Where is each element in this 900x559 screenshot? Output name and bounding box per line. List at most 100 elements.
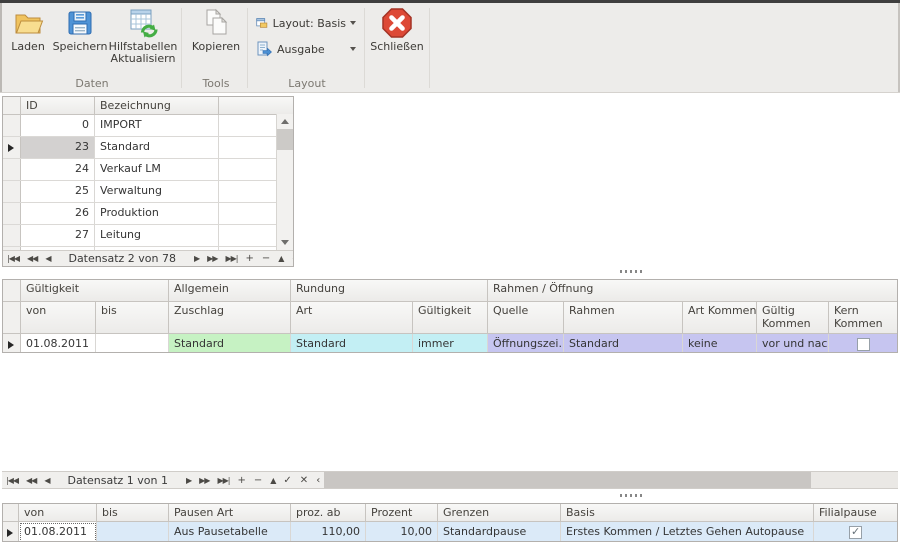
column-header-zuschlag[interactable]: Zuschlag (169, 302, 291, 333)
cell-von[interactable]: 01.08.2011 (19, 522, 97, 542)
nav-edit-button[interactable]: ▲ (266, 476, 279, 485)
band-header-allgemein[interactable]: Allgemein (169, 280, 291, 301)
cell-bis[interactable] (96, 334, 169, 353)
horizontal-splitter[interactable] (620, 270, 644, 273)
scrollbar-thumb[interactable] (324, 472, 811, 488)
cell-id[interactable]: 27 (21, 225, 95, 246)
column-header-gueltigkeit[interactable]: Gültigkeit (413, 302, 488, 333)
column-header-grenzen[interactable]: Grenzen (438, 504, 561, 521)
cell-proz-ab[interactable]: 110,00 (291, 522, 366, 542)
cell-art-kommen[interactable]: keine (683, 334, 757, 353)
nav-delete-button[interactable]: − (250, 475, 266, 486)
nav-next-button[interactable]: ▶ (182, 476, 195, 485)
cell-basis[interactable]: Erstes Kommen / Letztes Gehen Autopause (561, 522, 814, 542)
nav-last-button[interactable]: ▶▶| (221, 254, 241, 263)
cell-gueltig-kommen[interactable]: vor und nac... (757, 334, 829, 353)
horizontal-scrollbar[interactable] (324, 472, 898, 488)
column-header-von[interactable]: von (19, 504, 97, 521)
column-header-art[interactable]: Art (291, 302, 413, 333)
cell-bezeichnung[interactable]: IMPORT (95, 115, 219, 136)
load-button[interactable]: Laden (6, 7, 50, 53)
cell-filler[interactable] (219, 137, 277, 158)
band-header-rahmen-oeffnung[interactable]: Rahmen / Öffnung (488, 280, 897, 301)
refresh-helper-tables-button[interactable]: Hilfstabellen Aktualisiern (108, 7, 178, 65)
nav-delete-button[interactable]: − (258, 253, 274, 264)
hscroll-left-button[interactable]: ‹ (312, 475, 324, 486)
cell-id[interactable]: 0 (21, 115, 95, 136)
cell-id-selected[interactable]: 23 (21, 137, 95, 158)
column-header-basis[interactable]: Basis (561, 504, 814, 521)
cell-prozent[interactable]: 10,00 (366, 522, 438, 542)
column-header-bis[interactable]: bis (96, 302, 169, 333)
cell-bis[interactable] (97, 522, 169, 542)
cell-von[interactable]: 01.08.2011 (21, 334, 96, 353)
nav-edit-button[interactable]: ▲ (274, 254, 287, 263)
nav-post-button[interactable]: ✓ (279, 475, 295, 486)
cell-filler[interactable] (219, 225, 277, 246)
ribbon-group-tools: Tools (188, 77, 244, 90)
cell-rahmen[interactable]: Standard (564, 334, 683, 353)
column-header-bis[interactable]: bis (97, 504, 169, 521)
kern-kommen-checkbox[interactable] (857, 338, 870, 351)
nav-prev-button[interactable]: ◀ (41, 254, 54, 263)
cell-filialpause (814, 522, 897, 542)
nav-post-button[interactable]: ✓ (287, 253, 294, 264)
cell-id[interactable]: 25 (21, 181, 95, 202)
cell-quelle[interactable]: Öffnungszei... (488, 334, 564, 353)
cell-bezeichnung[interactable]: Verwaltung (95, 181, 219, 202)
cell-zuschlag[interactable]: Standard (169, 334, 291, 353)
column-header-pausen-art[interactable]: Pausen Art (169, 504, 291, 521)
horizontal-splitter[interactable] (620, 494, 644, 497)
nav-prev-page-button[interactable]: ◀◀ (22, 476, 40, 485)
column-header-von[interactable]: von (21, 302, 96, 333)
cell-filler[interactable] (219, 203, 277, 224)
cell-pausen-art[interactable]: Aus Pausetabelle (169, 522, 291, 542)
cell-grenzen[interactable]: Standardpause (438, 522, 561, 542)
column-header-rahmen[interactable]: Rahmen (564, 302, 683, 333)
nav-prev-page-button[interactable]: ◀◀ (23, 254, 41, 263)
nav-prev-button[interactable]: ◀ (40, 476, 53, 485)
nav-add-button[interactable]: + (233, 475, 249, 486)
cell-bezeichnung[interactable]: Leitung (95, 225, 219, 246)
band-header-rundung[interactable]: Rundung (291, 280, 488, 301)
nav-first-button[interactable]: |◀◀ (3, 254, 23, 263)
nav-cancel-button[interactable]: ✕ (296, 475, 312, 486)
cell-filler[interactable] (219, 181, 277, 202)
cell-id[interactable]: 24 (21, 159, 95, 180)
nav-next-page-button[interactable]: ▶▶ (195, 476, 213, 485)
cell-bezeichnung[interactable]: Standard (95, 137, 219, 158)
band-header-gueltigkeit[interactable]: Gültigkeit (21, 280, 169, 301)
nav-first-button[interactable]: |◀◀ (2, 476, 22, 485)
cell-gueltigkeit[interactable]: immer (413, 334, 488, 353)
filialpause-checkbox[interactable] (849, 526, 862, 539)
copy-button[interactable]: Kopieren (188, 7, 244, 53)
vertical-scrollbar[interactable] (276, 114, 293, 250)
scroll-down-icon[interactable] (281, 240, 289, 245)
column-header-gueltig-kommen[interactable]: Gültig Kommen (757, 302, 829, 333)
close-button[interactable]: Schließen (368, 7, 426, 53)
nav-add-button[interactable]: + (241, 253, 257, 264)
save-button[interactable]: Speichern (53, 7, 107, 53)
column-header-bezeichnung[interactable]: Bezeichnung (95, 97, 219, 114)
column-header-id[interactable]: ID (21, 97, 95, 114)
cell-filler[interactable] (219, 115, 277, 136)
cell-bezeichnung[interactable]: Produktion (95, 203, 219, 224)
ribbon-group-separator (181, 8, 182, 88)
column-header-art-kommen[interactable]: Art Kommen (683, 302, 757, 333)
column-header-prozent[interactable]: Prozent (366, 504, 438, 521)
nav-next-page-button[interactable]: ▶▶ (203, 254, 221, 263)
cell-id[interactable]: 26 (21, 203, 95, 224)
output-dropdown[interactable]: Ausgabe (256, 40, 356, 58)
column-header-kern-kommen[interactable]: Kern Kommen (829, 302, 897, 333)
column-header-filialpause[interactable]: Filialpause (814, 504, 897, 521)
layout-basis-dropdown[interactable]: Layout: Basis (256, 14, 356, 32)
nav-next-button[interactable]: ▶ (190, 254, 203, 263)
nav-last-button[interactable]: ▶▶| (213, 476, 233, 485)
scroll-up-icon[interactable] (281, 119, 289, 124)
column-header-quelle[interactable]: Quelle (488, 302, 564, 333)
cell-bezeichnung[interactable]: Verkauf LM (95, 159, 219, 180)
scrollbar-thumb[interactable] (277, 129, 293, 150)
column-header-proz-ab[interactable]: proz. ab (291, 504, 366, 521)
cell-filler[interactable] (219, 159, 277, 180)
cell-art[interactable]: Standard (291, 334, 413, 353)
